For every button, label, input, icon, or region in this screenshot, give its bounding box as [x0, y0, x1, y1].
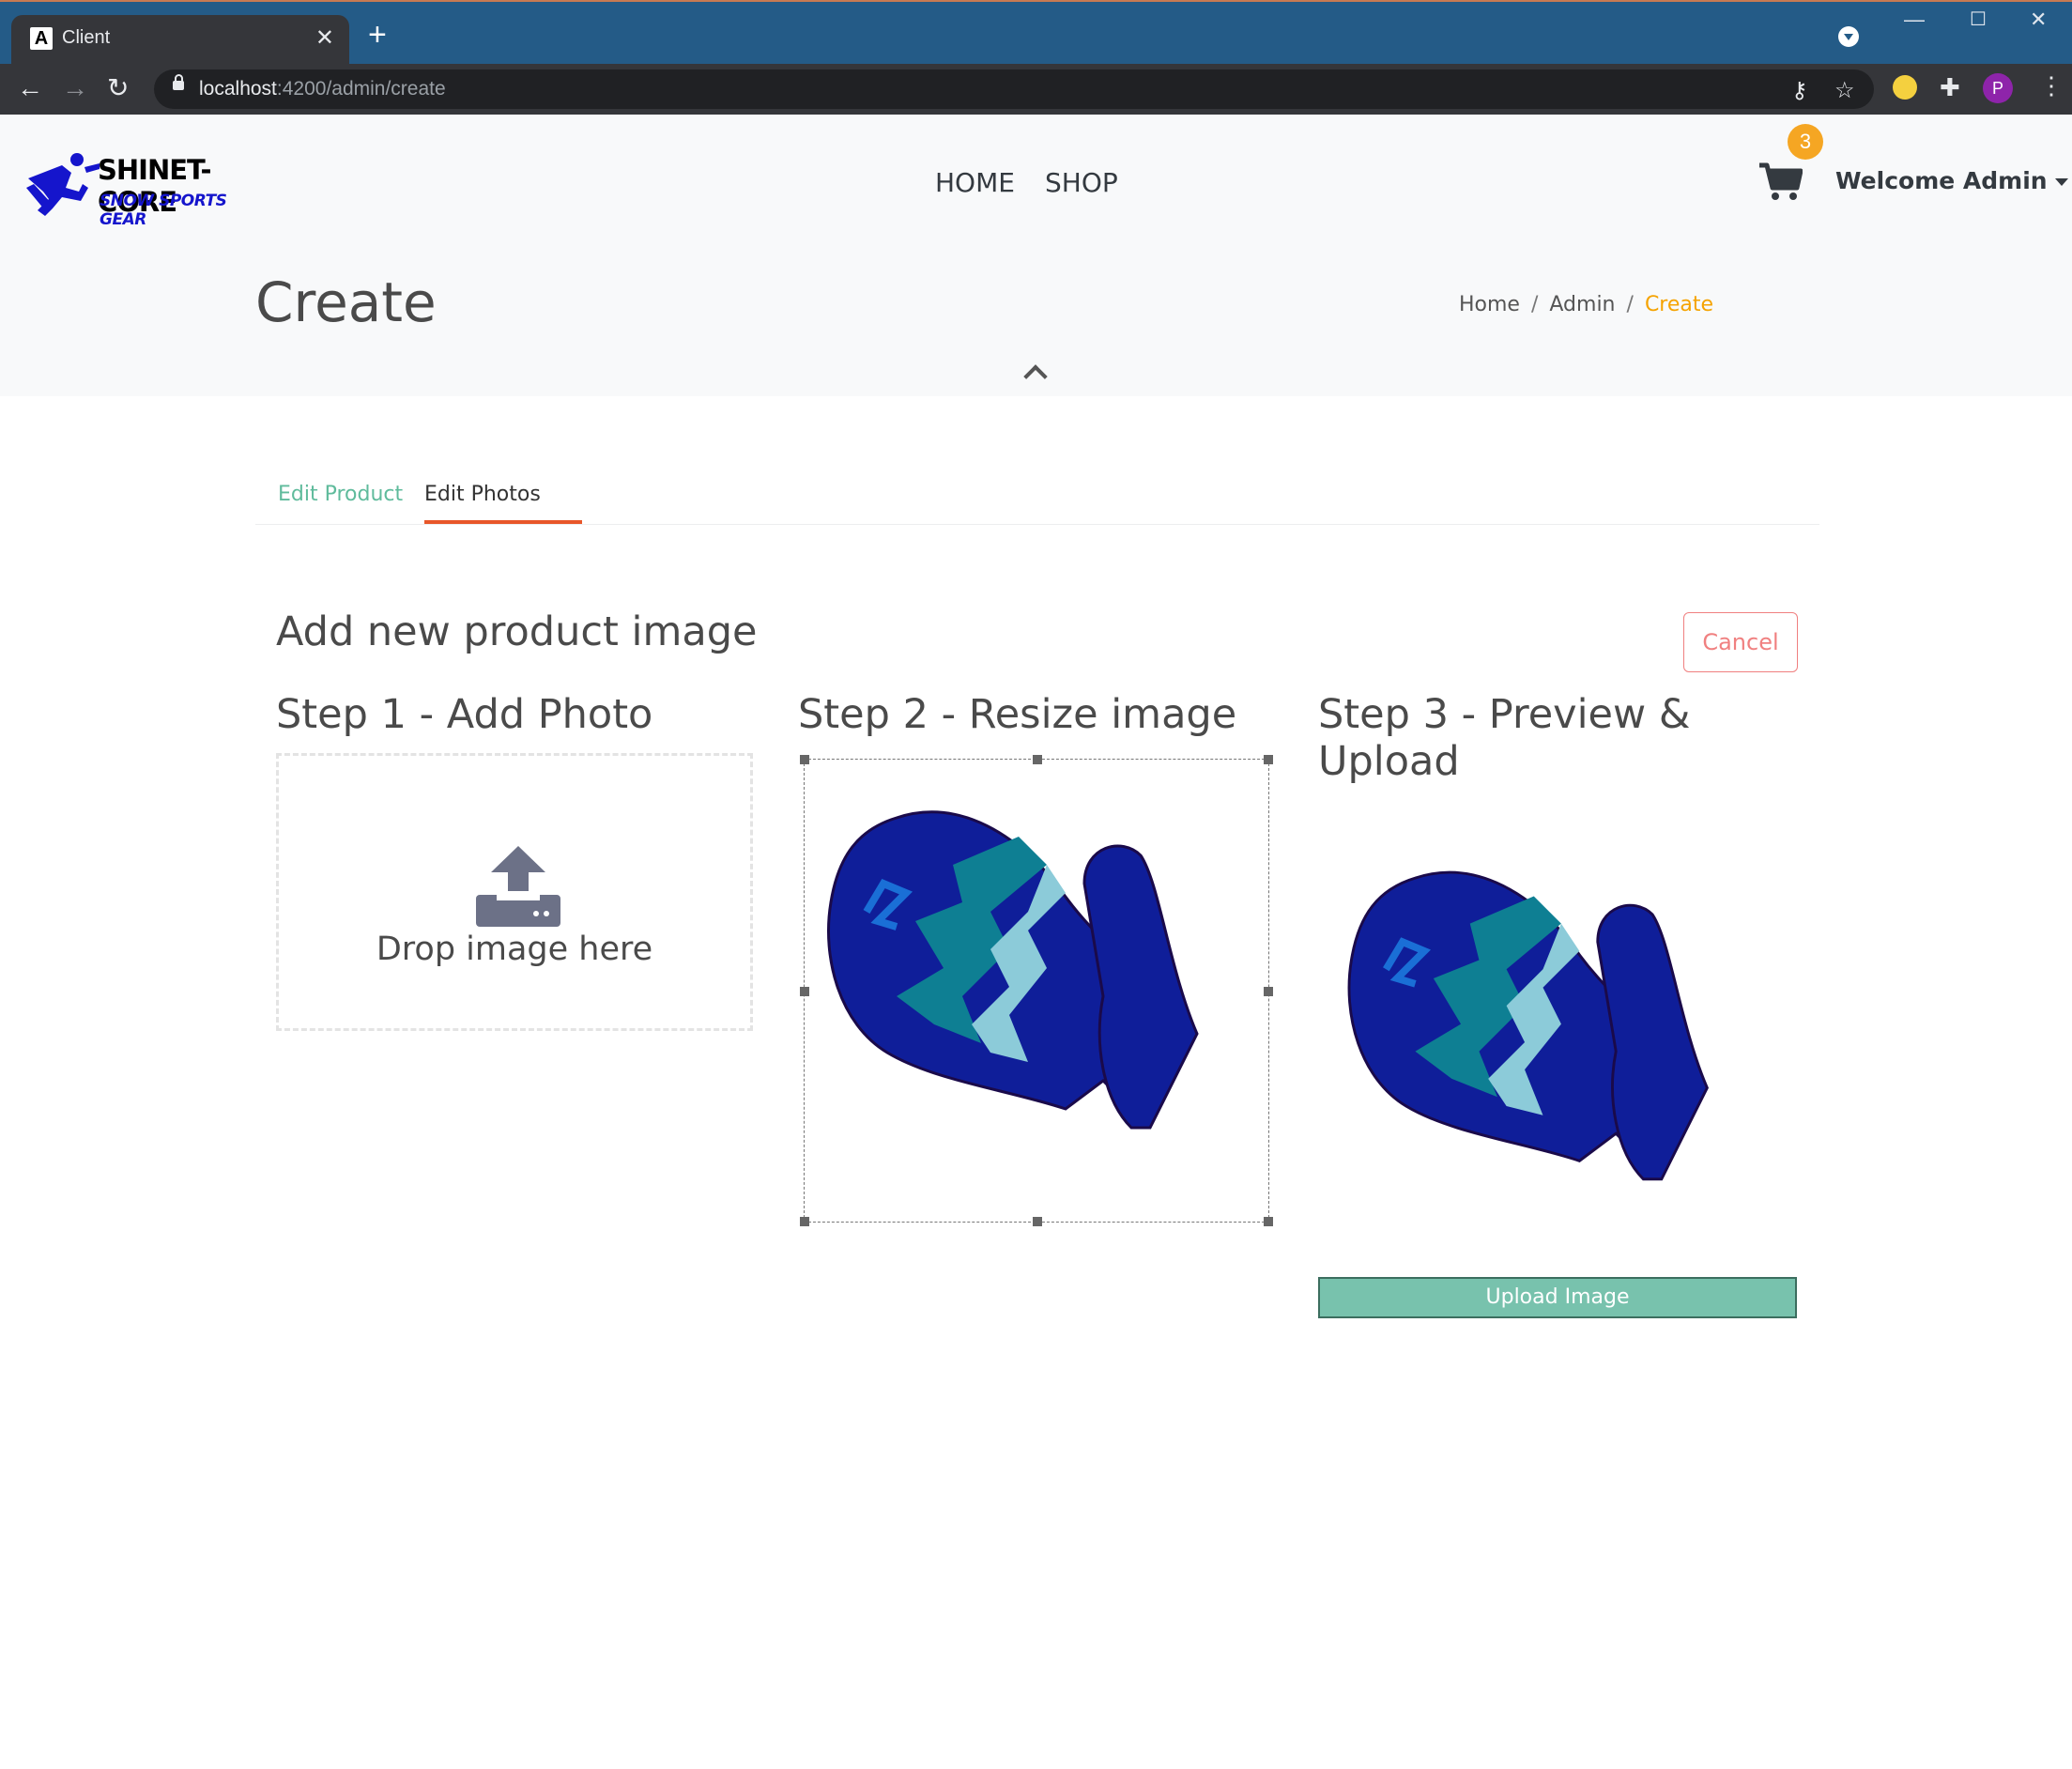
breadcrumb-home[interactable]: Home: [1459, 293, 1520, 316]
back-icon[interactable]: ←: [17, 73, 43, 103]
key-icon[interactable]: ⚷: [1791, 77, 1808, 104]
breadcrumb-current: Create: [1644, 293, 1714, 316]
site-header: SHINET-CORE SNOW SPORTS GEAR HOME SHOP 3…: [0, 115, 2072, 396]
url-text: localhost:4200/admin/create: [199, 78, 446, 100]
tab-edit-photos[interactable]: Edit Photos: [424, 483, 541, 506]
product-tabs: Edit Product Edit Photos: [255, 469, 1819, 525]
bookmark-star-icon[interactable]: ☆: [1834, 77, 1855, 104]
angular-favicon-icon: A: [30, 27, 53, 50]
tab-edit-product[interactable]: Edit Product: [278, 483, 403, 506]
shopping-cart-icon[interactable]: [1757, 162, 1803, 201]
image-dropzone[interactable]: Drop image here: [276, 753, 753, 1031]
cancel-button[interactable]: Cancel: [1683, 612, 1798, 672]
browser-tab-strip: A Client ✕ + — ☐ ✕: [0, 0, 2072, 64]
user-menu-label: Welcome Admin: [1835, 167, 2048, 194]
preview-mitten-image: [1347, 870, 1709, 1181]
crop-handle-right[interactable]: [1264, 987, 1273, 996]
step2-heading: Step 2 - Resize image: [798, 691, 1237, 738]
window-close-icon[interactable]: ✕: [2030, 8, 2047, 32]
crop-handle-top-left[interactable]: [800, 755, 809, 764]
site-logo[interactable]: SHINET-CORE SNOW SPORTS GEAR: [24, 150, 269, 229]
nav-home-link[interactable]: HOME: [935, 167, 1015, 198]
crop-handle-bottom[interactable]: [1033, 1217, 1042, 1226]
browser-toolbar: ← → ↻ localhost:4200/admin/create ⚷ ☆ ✚ …: [0, 64, 2072, 115]
maximize-icon[interactable]: ☐: [1970, 8, 1987, 31]
step3-heading-line1: Step 3 - Preview &: [1318, 691, 1691, 738]
breadcrumb-separator: /: [1626, 293, 1634, 316]
collapse-chevron-up-icon[interactable]: [1023, 364, 1048, 389]
user-menu-dropdown[interactable]: Welcome Admin: [1835, 167, 2068, 194]
crop-handle-top[interactable]: [1033, 755, 1042, 764]
caret-down-icon: [2054, 178, 2068, 186]
lock-icon: [173, 74, 184, 90]
profile-avatar[interactable]: P: [1983, 73, 2013, 103]
crop-handle-bottom-left[interactable]: [800, 1217, 809, 1226]
breadcrumb: Home / Admin / Create: [1459, 293, 1713, 316]
address-bar[interactable]: localhost:4200/admin/create ⚷ ☆: [154, 69, 1874, 109]
tab-search-icon[interactable]: [1838, 26, 1859, 47]
snowboarder-logo-icon: [26, 153, 100, 216]
logo-subtitle: SNOW SPORTS GEAR: [100, 192, 227, 229]
forward-icon[interactable]: →: [62, 73, 88, 103]
crop-handle-bottom-right[interactable]: [1264, 1217, 1273, 1226]
tab-close-icon[interactable]: ✕: [315, 24, 334, 52]
step1-heading: Step 1 - Add Photo: [276, 691, 653, 738]
menu-kebab-icon[interactable]: ⋮: [2039, 71, 2064, 100]
extensions-puzzle-icon[interactable]: ✚: [1940, 73, 1960, 102]
photo-section-heading: Add new product image: [276, 608, 758, 655]
tab-strip-accent: [0, 0, 2072, 2]
image-cropper[interactable]: [800, 755, 1273, 1226]
page-title: Create: [255, 270, 437, 334]
dropzone-text: Drop image here: [376, 931, 653, 968]
breadcrumb-separator: /: [1530, 293, 1539, 316]
crop-handle-top-right[interactable]: [1264, 755, 1273, 764]
extension-icon[interactable]: [1893, 75, 1917, 100]
crop-handle-left[interactable]: [800, 987, 809, 996]
reload-icon[interactable]: ↻: [107, 73, 129, 103]
new-tab-icon[interactable]: +: [368, 17, 387, 54]
upload-icon: [476, 846, 560, 927]
active-tab-indicator: [424, 520, 582, 524]
browser-tab-title: Client: [62, 27, 111, 48]
step3-heading-line2: Upload: [1318, 738, 1460, 785]
upload-image-button[interactable]: Upload Image: [1318, 1277, 1797, 1318]
step3-heading: Step 3 - Preview & Upload: [1318, 691, 1690, 785]
breadcrumb-admin[interactable]: Admin: [1549, 293, 1615, 316]
browser-tab[interactable]: A Client ✕: [11, 15, 349, 64]
nav-shop-link[interactable]: SHOP: [1045, 167, 1118, 198]
cart-count-badge: 3: [1788, 124, 1823, 160]
cropper-mitten-image: [827, 810, 1199, 1130]
minimize-icon[interactable]: —: [1904, 8, 1925, 32]
